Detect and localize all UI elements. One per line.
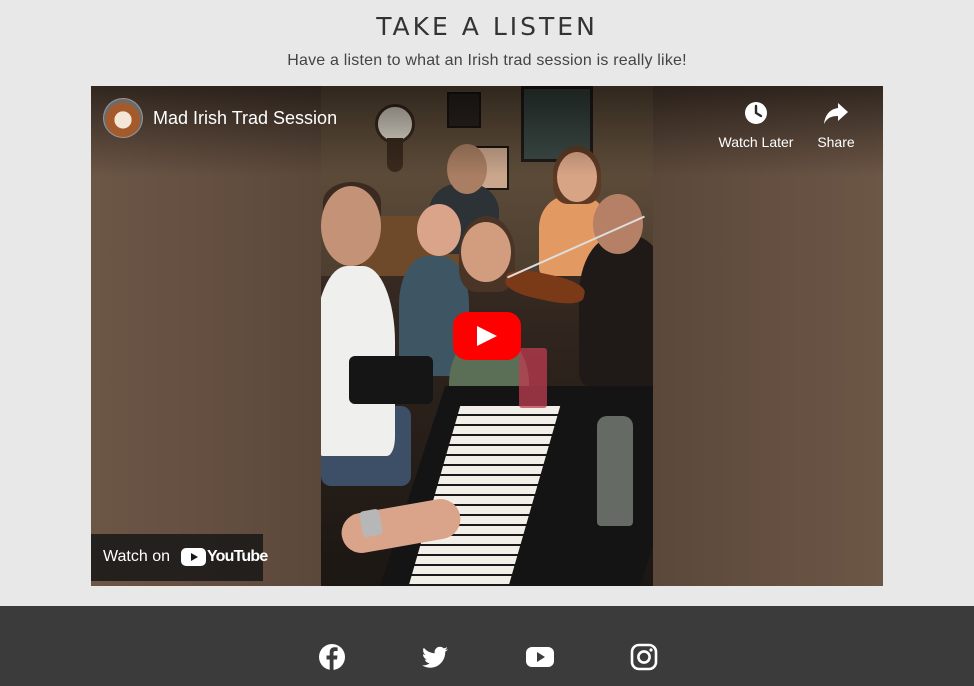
channel-avatar[interactable]	[103, 98, 143, 138]
video-accordion	[349, 356, 433, 404]
video-musician-head	[461, 222, 511, 282]
section-title: TAKE A LISTEN	[376, 12, 598, 41]
clock-icon	[745, 102, 767, 124]
share-label: Share	[817, 134, 855, 150]
instagram-icon[interactable]	[629, 642, 659, 672]
video-title-link[interactable]: Mad Irish Trad Session	[153, 108, 337, 129]
twitter-icon[interactable]	[420, 642, 450, 672]
video-bottle	[597, 416, 633, 526]
youtube-logo-icon	[181, 548, 206, 566]
facebook-icon[interactable]	[317, 642, 347, 672]
play-button[interactable]	[453, 312, 521, 360]
youtube-icon[interactable]	[525, 642, 555, 672]
play-icon	[477, 326, 497, 346]
youtube-wordmark: YouTube	[207, 548, 268, 565]
youtube-embed-player[interactable]: Mad Irish Trad Session Watch Later Share…	[91, 86, 883, 586]
video-wristwatch	[358, 508, 384, 538]
section-subtitle: Have a listen to what an Irish trad sess…	[287, 52, 687, 69]
watch-on-youtube-button[interactable]: Watch on YouTube	[91, 534, 268, 581]
video-musician-head	[417, 204, 461, 256]
watch-later-button[interactable]: Watch Later	[711, 98, 801, 150]
share-arrow-icon	[824, 103, 848, 124]
watch-later-label: Watch Later	[718, 134, 794, 150]
video-musician-head	[593, 194, 643, 254]
video-musician	[579, 236, 653, 386]
video-musician-head	[321, 186, 381, 266]
watch-on-label: Watch on	[103, 548, 170, 565]
video-glass	[519, 348, 547, 408]
share-button[interactable]: Share	[791, 98, 881, 150]
site-footer	[0, 606, 974, 686]
